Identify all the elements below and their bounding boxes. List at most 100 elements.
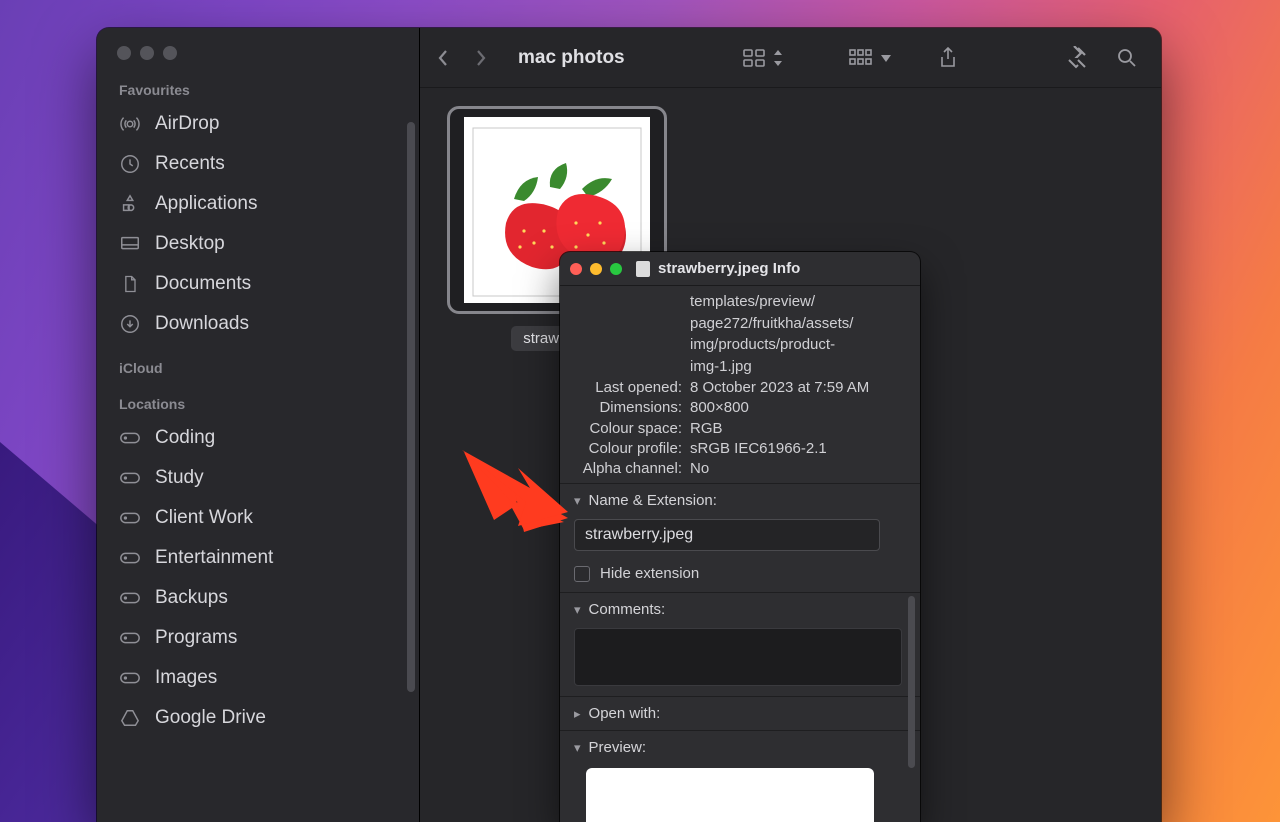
download-icon — [119, 313, 141, 335]
view-mode-button[interactable] — [743, 49, 783, 67]
sidebar-item-programs[interactable]: Programs — [97, 618, 419, 658]
sidebar-item-airdrop[interactable]: AirDrop — [97, 104, 419, 144]
gdrive-icon — [119, 708, 141, 728]
sidebar-item-documents[interactable]: Documents — [97, 264, 419, 304]
info-titlebar[interactable]: strawberry.jpeg Info — [560, 252, 920, 286]
drive-icon — [119, 631, 141, 645]
section-icloud: iCloud — [97, 360, 419, 382]
clock-icon — [119, 153, 141, 175]
preview-thumbnail — [586, 768, 874, 822]
v-alpha: No — [690, 459, 906, 479]
sidebar-item-backups[interactable]: Backups — [97, 578, 419, 618]
search-button[interactable] — [1117, 48, 1137, 68]
info-max[interactable] — [610, 263, 622, 275]
k-colourspace: Colour space: — [574, 419, 682, 439]
finder-toolbar: mac photos — [420, 28, 1161, 88]
sidebar-item-label: Downloads — [155, 313, 249, 335]
sidebar-item-label: Documents — [155, 273, 251, 295]
apps-icon — [119, 193, 141, 215]
sidebar-item-label: Entertainment — [155, 547, 273, 569]
k-colourprofile: Colour profile: — [574, 439, 682, 459]
window-controls — [97, 46, 419, 60]
folder-title: mac photos — [518, 47, 625, 69]
comments-textarea[interactable] — [574, 628, 902, 686]
info-meta: templates/preview/ page272/fruitkha/asse… — [560, 286, 920, 483]
finder-sidebar: Favourites AirDrop Recents Applications … — [97, 28, 420, 822]
traffic-max[interactable] — [163, 46, 177, 60]
traffic-min[interactable] — [140, 46, 154, 60]
meta-path-line: page272/fruitkha/assets/ — [690, 314, 906, 334]
share-button[interactable] — [939, 47, 957, 69]
drive-icon — [119, 471, 141, 485]
sidebar-scrollbar[interactable] — [407, 122, 415, 692]
hide-extension-label: Hide extension — [600, 565, 699, 582]
sidebar-item-desktop[interactable]: Desktop — [97, 224, 419, 264]
meta-path-line: img-1.jpg — [690, 357, 906, 377]
meta-path-line: img/products/product- — [690, 335, 906, 355]
section-label: Name & Extension: — [589, 492, 717, 509]
doc-icon — [119, 273, 141, 295]
section-header-name-ext[interactable]: ▾ Name & Extension: — [574, 492, 906, 509]
chevron-down-icon: ▾ — [574, 602, 581, 618]
chevron-down-icon: ▾ — [574, 740, 581, 756]
section-label: Comments: — [589, 601, 666, 618]
section-label: Open with: — [589, 705, 661, 722]
airdrop-icon — [119, 113, 141, 135]
v-colourprofile: sRGB IEC61966-2.1 — [690, 439, 906, 459]
section-header-openwith[interactable]: ▸ Open with: — [574, 705, 906, 722]
drive-icon — [119, 671, 141, 685]
chevron-down-icon: ▾ — [574, 493, 581, 509]
sidebar-item-label: Desktop — [155, 233, 225, 255]
sidebar-item-label: Client Work — [155, 507, 253, 529]
k-lastopened: Last opened: — [574, 378, 682, 398]
info-close[interactable] — [570, 263, 582, 275]
meta-path-line: templates/preview/ — [690, 292, 906, 312]
sidebar-item-clientwork[interactable]: Client Work — [97, 498, 419, 538]
sidebar-item-images[interactable]: Images — [97, 658, 419, 698]
sidebar-item-downloads[interactable]: Downloads — [97, 304, 419, 344]
sidebar-item-label: Recents — [155, 153, 225, 175]
get-info-panel: strawberry.jpeg Info templates/preview/ … — [560, 252, 920, 822]
sidebar-item-gdrive[interactable]: Google Drive — [97, 698, 419, 738]
section-preview: ▾ Preview: — [560, 730, 920, 822]
drive-icon — [119, 431, 141, 445]
sidebar-item-label: Coding — [155, 427, 215, 449]
sidebar-item-study[interactable]: Study — [97, 458, 419, 498]
hide-extension-checkbox[interactable] — [574, 566, 590, 582]
info-scrollbar[interactable] — [908, 596, 915, 768]
sidebar-item-label: Study — [155, 467, 204, 489]
file-icon — [636, 261, 650, 277]
section-header-preview[interactable]: ▾ Preview: — [574, 739, 906, 756]
section-open-with: ▸ Open with: — [560, 696, 920, 730]
sidebar-item-label: Backups — [155, 587, 228, 609]
sidebar-item-label: AirDrop — [155, 113, 219, 135]
name-input[interactable] — [574, 519, 880, 551]
info-title: strawberry.jpeg Info — [658, 260, 800, 277]
sidebar-item-recents[interactable]: Recents — [97, 144, 419, 184]
section-header-comments[interactable]: ▾ Comments: — [574, 601, 906, 618]
k-alpha: Alpha channel: — [574, 459, 682, 479]
k-dimensions: Dimensions: — [574, 398, 682, 418]
traffic-close[interactable] — [117, 46, 131, 60]
section-locations: Locations — [97, 396, 419, 418]
sidebar-item-label: Programs — [155, 627, 237, 649]
chevron-right-icon: ▸ — [574, 706, 581, 722]
sidebar-item-label: Google Drive — [155, 707, 266, 729]
sidebar-item-label: Images — [155, 667, 217, 689]
desktop-icon — [119, 233, 141, 255]
forward-button[interactable] — [474, 48, 496, 68]
back-button[interactable] — [436, 48, 458, 68]
section-name-extension: ▾ Name & Extension: Hide extension — [560, 483, 920, 592]
v-colourspace: RGB — [690, 419, 906, 439]
drive-icon — [119, 591, 141, 605]
info-min[interactable] — [590, 263, 602, 275]
sidebar-item-applications[interactable]: Applications — [97, 184, 419, 224]
sidebar-item-entertainment[interactable]: Entertainment — [97, 538, 419, 578]
sidebar-item-coding[interactable]: Coding — [97, 418, 419, 458]
section-comments: ▾ Comments: — [560, 592, 920, 696]
drive-icon — [119, 551, 141, 565]
sidebar-item-label: Applications — [155, 193, 257, 215]
group-button[interactable] — [849, 49, 891, 67]
drive-icon — [119, 511, 141, 525]
more-button[interactable] — [1067, 46, 1089, 70]
